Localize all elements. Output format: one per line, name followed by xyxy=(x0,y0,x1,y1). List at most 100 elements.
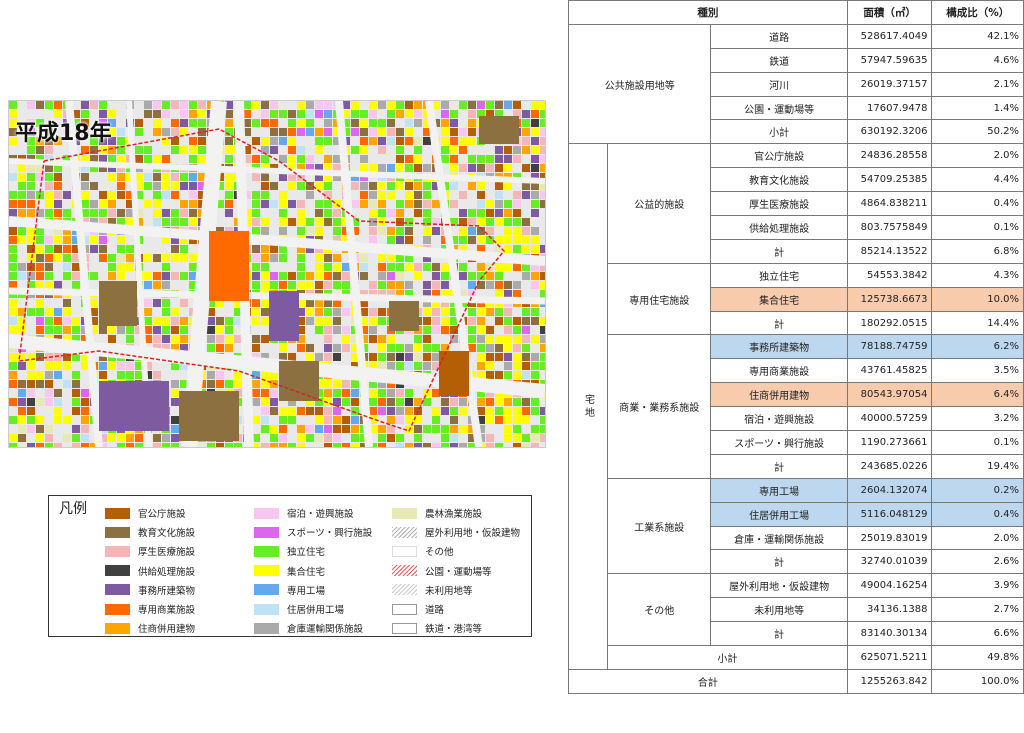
parcel xyxy=(216,317,224,325)
parcel xyxy=(279,416,287,424)
parcel xyxy=(153,317,161,325)
parcel xyxy=(360,200,368,208)
row-area: 125738.6673 xyxy=(846,286,933,312)
total-label: 合計 xyxy=(568,668,848,694)
parcel xyxy=(315,353,323,361)
parcel xyxy=(297,407,305,415)
parcel xyxy=(216,443,224,447)
parcel xyxy=(297,128,305,136)
parcel xyxy=(432,425,440,433)
parcel xyxy=(495,209,503,217)
parcel xyxy=(378,227,386,235)
parcel xyxy=(468,101,476,109)
parcel xyxy=(369,209,377,217)
parcel xyxy=(504,218,512,226)
parcel xyxy=(297,101,305,109)
parcel xyxy=(387,398,395,406)
parcel xyxy=(144,299,152,307)
parcel xyxy=(369,326,377,334)
parcel xyxy=(369,389,377,397)
parcel xyxy=(261,416,269,424)
parcel xyxy=(333,227,341,235)
parcel xyxy=(297,263,305,271)
parcel xyxy=(414,146,422,154)
parcel xyxy=(495,272,503,280)
parcel xyxy=(513,281,521,289)
parcel xyxy=(81,425,89,433)
parcel xyxy=(423,200,431,208)
parcel xyxy=(369,407,377,415)
parcel xyxy=(36,416,44,424)
parcel xyxy=(540,425,545,433)
legend-label: その他 xyxy=(425,547,454,559)
parcel xyxy=(36,326,44,334)
parcel xyxy=(477,191,485,199)
parcel xyxy=(369,236,377,244)
parcel xyxy=(405,119,413,127)
parcel xyxy=(72,326,80,334)
parcel xyxy=(189,254,197,262)
parcel xyxy=(45,245,53,253)
parcel xyxy=(531,434,539,442)
parcel xyxy=(108,146,116,154)
parcel xyxy=(387,434,395,442)
parcel xyxy=(441,146,449,154)
parcel xyxy=(45,425,53,433)
parcel xyxy=(531,155,539,163)
parcel xyxy=(36,236,44,244)
parcel xyxy=(423,353,431,361)
parcel xyxy=(252,218,260,226)
parcel xyxy=(45,209,53,217)
legend-item: 教育文化施設 xyxy=(105,525,195,539)
parcel xyxy=(513,317,521,325)
parcel xyxy=(90,182,98,190)
parcel xyxy=(54,308,62,316)
parcel xyxy=(513,407,521,415)
parcel xyxy=(333,434,341,442)
parcel xyxy=(270,182,278,190)
parcel xyxy=(189,110,197,118)
parcel xyxy=(9,254,17,262)
parcel xyxy=(288,416,296,424)
parcel xyxy=(36,101,44,109)
parcel xyxy=(531,200,539,208)
parcel xyxy=(513,416,521,424)
parcel xyxy=(513,263,521,271)
parcel xyxy=(63,362,71,370)
parcel xyxy=(423,191,431,199)
legend-label: 住商併用建物 xyxy=(138,624,196,636)
parcel xyxy=(342,272,350,280)
land-use-map[interactable]: 平成18年 xyxy=(8,100,546,448)
parcel xyxy=(225,119,233,127)
parcel xyxy=(81,173,89,181)
parcel xyxy=(513,155,521,163)
parcel xyxy=(531,272,539,280)
parcel xyxy=(63,263,71,271)
parcel xyxy=(54,209,62,217)
parcel xyxy=(396,344,404,352)
parcel xyxy=(171,146,179,154)
parcel xyxy=(162,191,170,199)
parcel xyxy=(423,344,431,352)
total-area: 1255263.842 xyxy=(846,668,933,694)
parcel xyxy=(369,119,377,127)
parcel xyxy=(72,272,80,280)
parcel xyxy=(315,146,323,154)
parcel xyxy=(441,326,449,334)
parcel xyxy=(207,443,215,447)
parcel xyxy=(216,380,224,388)
parcel xyxy=(342,425,350,433)
parcel xyxy=(72,443,80,447)
parcel xyxy=(459,101,467,109)
parcel xyxy=(36,272,44,280)
parcel xyxy=(270,146,278,154)
legend-item: 厚生医療施設 xyxy=(105,544,195,558)
parcel xyxy=(342,335,350,343)
parcel xyxy=(540,191,545,199)
parcel xyxy=(117,191,125,199)
table-row: 商業・業務系施設 事務所建築物 78188.74759 6.2% xyxy=(569,334,1024,479)
parcel xyxy=(405,344,413,352)
parcel xyxy=(306,119,314,127)
legend-swatch xyxy=(392,507,417,519)
parcel xyxy=(18,398,26,406)
